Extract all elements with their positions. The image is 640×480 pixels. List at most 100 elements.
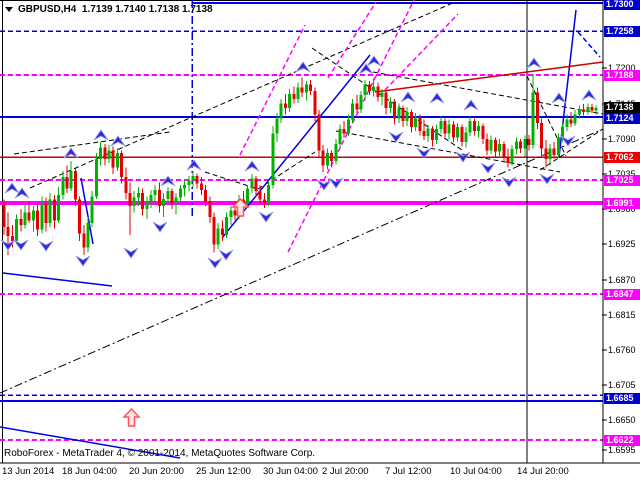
candle-body <box>187 180 190 184</box>
price-chart-canvas[interactable] <box>0 0 640 464</box>
candle-body <box>40 204 43 230</box>
copyright-label: RoboForex - MetaTrader 4, © 2001-2014, M… <box>4 448 315 459</box>
candle-body <box>87 223 90 247</box>
candle-body <box>196 176 199 184</box>
candle-body <box>263 200 266 203</box>
candle-body <box>19 219 22 225</box>
candle-body <box>481 126 484 139</box>
trendline[interactable] <box>3 273 112 286</box>
candle-body <box>574 114 577 123</box>
candle-body <box>70 171 73 189</box>
candle-body <box>460 127 463 142</box>
candle-body <box>28 212 31 220</box>
trendline[interactable] <box>385 14 458 90</box>
candle-body <box>540 123 543 149</box>
price-level-badge: 1.7188 <box>604 70 640 81</box>
candle-body <box>158 190 161 206</box>
candle-body <box>179 189 182 198</box>
candle-body <box>103 148 106 160</box>
candle-body <box>53 200 56 221</box>
fractal-down-icon <box>317 180 331 190</box>
x-axis-time-label: 25 Jun 12:00 <box>196 466 251 477</box>
x-axis-time-label: 18 Jun 04:00 <box>62 466 117 477</box>
candle-body <box>343 129 346 133</box>
candle-body <box>112 150 115 167</box>
mt4-chart-window: GBPUSD,H4 1.7139 1.7140 1.7138 1.7138 Ro… <box>0 0 640 480</box>
candle-body <box>351 104 354 120</box>
candle-body <box>507 157 510 163</box>
candle-body <box>91 196 94 223</box>
fractal-up-icon <box>582 90 596 100</box>
candle-body <box>397 108 400 118</box>
fractal-up-icon <box>296 62 310 72</box>
symbol-period-label: GBPUSD,H4 <box>18 4 76 15</box>
candle-body <box>477 126 480 131</box>
y-axis-tick-label: 1.6925 <box>608 239 640 249</box>
candle-body <box>154 190 157 195</box>
candle-body <box>406 112 409 121</box>
price-level-badge: 1.7062 <box>604 152 640 163</box>
candle-body <box>528 139 531 145</box>
candle-body <box>465 132 468 142</box>
fractal-down-icon <box>389 132 403 142</box>
candle-body <box>385 93 388 108</box>
candle-body <box>250 178 253 188</box>
candle-body <box>418 117 421 131</box>
candle-body <box>565 120 568 128</box>
candle-body <box>381 93 384 97</box>
fractal-up-icon <box>111 136 125 146</box>
candle-body <box>444 121 447 134</box>
fractal-up-icon <box>367 56 381 66</box>
candle-body <box>376 86 379 97</box>
candle-body <box>486 139 489 151</box>
candle-body <box>532 93 535 145</box>
candle-body <box>175 198 178 203</box>
fractal-up-icon <box>527 58 541 68</box>
price-level-badge: 1.7124 <box>604 113 640 124</box>
candle-body <box>334 144 337 161</box>
trendline[interactable] <box>288 0 414 252</box>
y-axis-tick-label: 1.6760 <box>608 345 640 355</box>
ohlc-values-label: 1.7139 1.7140 1.7138 1.7138 <box>82 4 213 15</box>
candle-body <box>427 129 430 137</box>
candle-body <box>276 118 279 133</box>
fractal-down-icon <box>259 212 273 222</box>
fractal-up-icon <box>430 93 444 103</box>
candle-body <box>402 108 405 121</box>
price-level-badge: 1.7300 <box>604 0 640 10</box>
candle-body <box>45 204 48 223</box>
trendline[interactable] <box>0 129 603 393</box>
symbol-dropdown-icon[interactable] <box>5 7 13 12</box>
candle-body <box>246 189 249 204</box>
candle-body <box>120 153 123 177</box>
candle-body <box>217 228 220 244</box>
y-axis-tick-label: 1.6705 <box>608 380 640 390</box>
candle-body <box>108 150 111 159</box>
price-level-badge: 1.6847 <box>604 289 640 300</box>
candle-body <box>448 125 451 134</box>
fractal-down-icon <box>14 240 28 250</box>
candle-body <box>32 210 35 220</box>
trendline[interactable] <box>336 131 560 172</box>
candle-body <box>339 129 342 144</box>
candle-body <box>116 153 119 168</box>
y-axis-tick-label: 1.6595 <box>608 445 640 455</box>
trendline[interactable] <box>578 32 600 57</box>
candle-body <box>318 114 321 150</box>
trendline[interactable] <box>14 132 170 154</box>
trendline[interactable] <box>30 2 455 188</box>
candle-body <box>347 120 350 134</box>
candle-body <box>124 177 127 193</box>
fractal-up-icon <box>245 161 259 171</box>
candle-body <box>360 95 363 109</box>
candle-body <box>3 203 6 227</box>
candle-body <box>372 86 375 90</box>
candle-body <box>557 137 560 154</box>
candle-body <box>255 178 258 191</box>
fractal-down-icon <box>540 174 554 184</box>
x-axis-time-label: 10 Jul 04:00 <box>450 466 502 477</box>
x-axis-time-label: 7 Jul 12:00 <box>385 466 431 477</box>
candle-body <box>549 148 552 159</box>
candle-body <box>66 177 69 189</box>
candle-body <box>591 107 594 111</box>
